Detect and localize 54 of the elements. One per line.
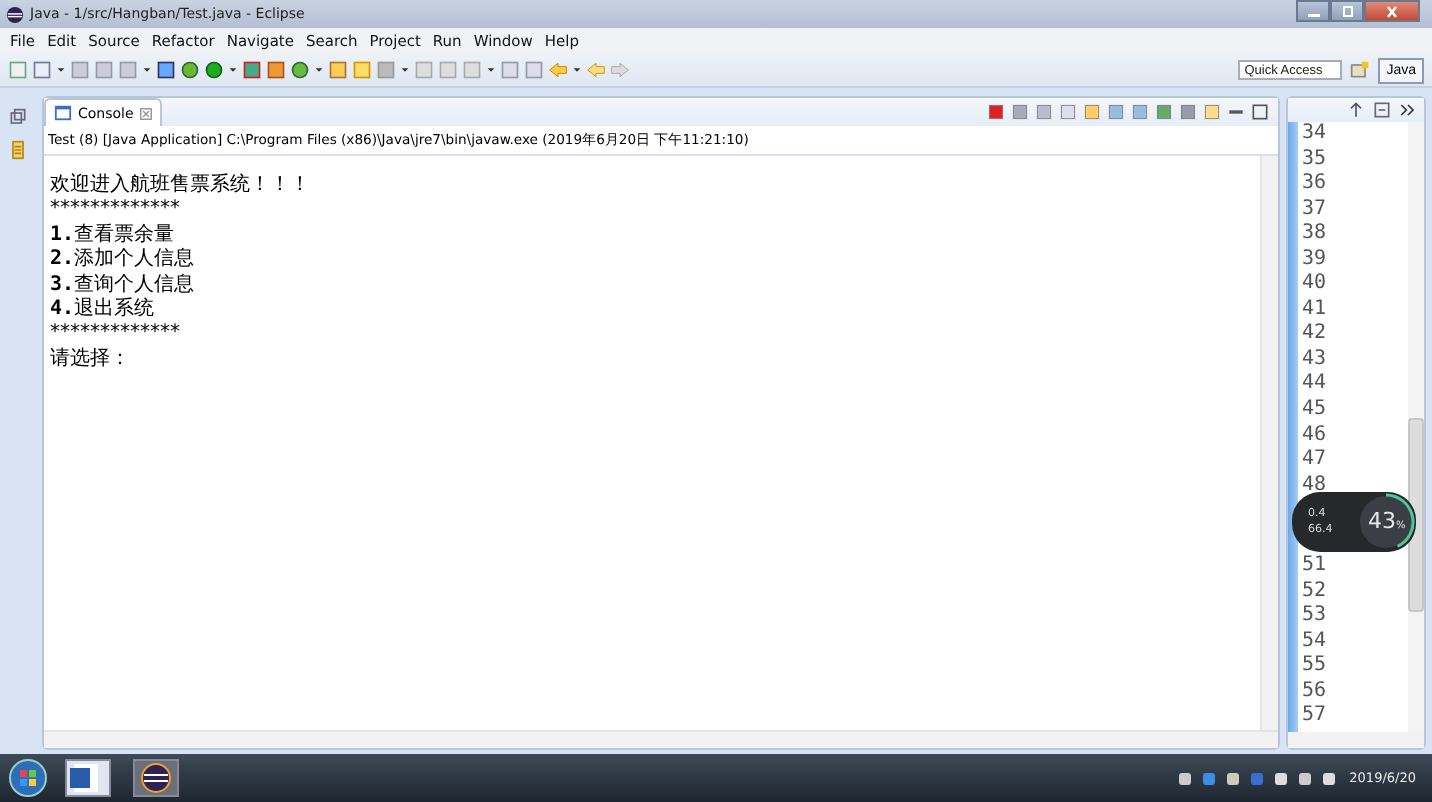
minimize-button[interactable]	[1296, 0, 1330, 22]
console-line: 欢迎进入航班售票系统！！！	[50, 174, 312, 199]
vertical-scrollbar[interactable]	[1408, 122, 1424, 732]
maximize-icon	[1337, 5, 1357, 17]
restore-icon[interactable]	[8, 108, 28, 128]
close-icon[interactable]	[139, 107, 152, 119]
line-number: 37	[1302, 197, 1329, 223]
list-icon[interactable]	[8, 140, 28, 160]
line-number: 56	[1302, 679, 1329, 705]
close-button[interactable]	[1364, 0, 1420, 22]
line-number: 41	[1302, 297, 1329, 323]
console-line: *************	[50, 198, 182, 223]
console-line: 3.查询个人信息	[50, 273, 197, 297]
horizontal-scrollbar[interactable]	[44, 730, 1278, 748]
console-line: *************	[50, 322, 182, 347]
line-number: 53	[1302, 604, 1329, 630]
line-number: 38	[1302, 222, 1329, 248]
line-number: 34	[1302, 122, 1329, 148]
document-app-icon[interactable]	[60, 758, 116, 798]
line-number: 52	[1302, 579, 1329, 605]
console-line: 4.退出系统	[50, 297, 157, 323]
overflow-icon[interactable]	[1398, 100, 1418, 120]
console-line: 1.查看票余量	[50, 223, 177, 247]
maximize-button[interactable]	[1330, 0, 1364, 22]
collapse-icon[interactable]	[1372, 100, 1392, 120]
line-number: 54	[1302, 629, 1329, 655]
line-number: 35	[1302, 147, 1329, 173]
usage-ring	[1356, 492, 1416, 552]
line-number: 55	[1302, 654, 1329, 680]
start-button[interactable]	[8, 758, 48, 798]
console-icon	[54, 104, 72, 122]
line-number: 36	[1302, 172, 1329, 198]
console-line: 请选择：	[50, 347, 132, 373]
vertical-scrollbar[interactable]	[1260, 156, 1278, 730]
line-number: 43	[1302, 347, 1329, 373]
close-icon	[1382, 5, 1402, 17]
line-number: 48	[1302, 473, 1329, 499]
horizontal-scrollbar[interactable]	[1288, 732, 1424, 748]
line-number: 44	[1302, 372, 1329, 399]
line-number: 57	[1302, 704, 1329, 731]
line-number: 40	[1302, 272, 1329, 298]
line-number: 45	[1302, 398, 1329, 424]
line-number: 47	[1302, 448, 1329, 474]
maximize-icon[interactable]	[1250, 102, 1270, 122]
line-number: 42	[1302, 322, 1329, 348]
sort-icon[interactable]	[1346, 100, 1366, 120]
console-line: 2.添加个人信息	[50, 248, 197, 273]
line-number: 39	[1302, 247, 1329, 273]
line-number: 51	[1302, 554, 1329, 580]
line-number: 46	[1302, 423, 1329, 449]
open-perspective-icon[interactable]	[1350, 60, 1371, 80]
eclipse-app-icon[interactable]	[128, 758, 184, 798]
eclipse-icon	[6, 5, 24, 23]
terminate-icon[interactable]	[986, 102, 1006, 122]
